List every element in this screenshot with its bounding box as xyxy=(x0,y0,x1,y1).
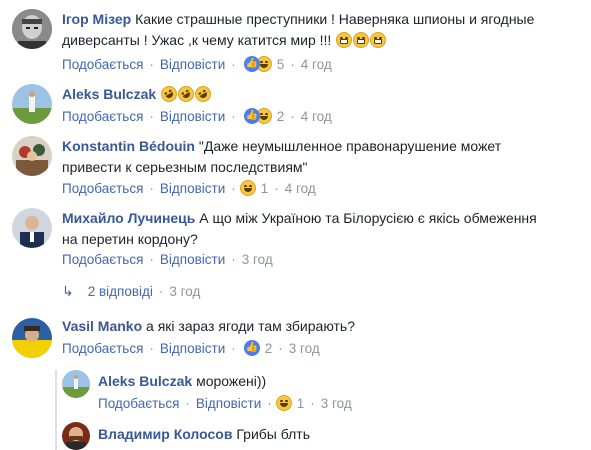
reply-button[interactable]: Відповісти xyxy=(160,109,225,124)
reply-text: морожені)) xyxy=(196,373,267,389)
timestamp[interactable]: 4 год xyxy=(301,109,332,124)
rofl-emoji-icon xyxy=(192,83,214,105)
reaction-count: 5 xyxy=(276,56,285,72)
like-button[interactable]: Подобається xyxy=(62,109,143,124)
reply-author[interactable]: Aleks Bulczak xyxy=(98,373,192,389)
reactions[interactable]: 1 xyxy=(239,180,269,196)
laugh-emoji-icon xyxy=(239,180,256,196)
grimace-emoji-icon xyxy=(370,32,387,48)
timestamp[interactable]: 3 год xyxy=(242,252,273,267)
timestamp[interactable]: 4 год xyxy=(301,57,332,72)
avatar[interactable] xyxy=(62,370,90,398)
reply-button[interactable]: Відповісти xyxy=(160,341,225,356)
like-button[interactable]: Подобається xyxy=(98,396,179,411)
reactions[interactable]: 👍 2 xyxy=(243,340,273,356)
avatar[interactable] xyxy=(62,422,90,450)
timestamp[interactable]: 3 год xyxy=(289,341,320,356)
reaction-count: 2 xyxy=(264,340,273,356)
avatar[interactable] xyxy=(12,318,52,358)
comment-text: привести к серьезным последствиям" xyxy=(62,159,308,175)
like-button[interactable]: Подобається xyxy=(62,341,143,356)
replies-count[interactable]: 2 відповіді xyxy=(88,284,153,299)
comment-author[interactable]: Aleks Bulczak xyxy=(62,86,156,102)
grimace-emoji-icon xyxy=(336,32,353,48)
timestamp[interactable]: 3 год xyxy=(321,396,352,411)
comment-text: А що між Україною та Білорусією є якісь … xyxy=(199,210,537,226)
comment-text: "Даже неумышленное правонарушение может xyxy=(198,138,502,154)
reply-thread-line xyxy=(55,370,57,450)
comment-text: Какие страшные преступники ! Наверняка ш… xyxy=(135,11,535,27)
comment-author[interactable]: Михайло Лучинець xyxy=(62,210,195,226)
avatar[interactable] xyxy=(12,9,52,49)
reply-button[interactable]: Відповісти xyxy=(160,181,225,196)
reactions[interactable]: 👍 2 xyxy=(243,108,285,124)
avatar[interactable] xyxy=(12,208,52,248)
timestamp[interactable]: 4 год xyxy=(285,181,316,196)
thumbs-up-icon: 👍 xyxy=(243,56,260,72)
comment-author[interactable]: Ігор Мізер xyxy=(62,11,131,27)
reaction-count: 1 xyxy=(260,180,269,196)
comment-author[interactable]: Konstantin Bédouin xyxy=(62,138,195,154)
view-replies-link[interactable]: ↳ 2 відповіді · 3 год xyxy=(62,283,200,300)
comment-text: а які зараз ягоди там збирають? xyxy=(146,318,356,334)
reply-button[interactable]: Відповісти xyxy=(196,396,261,411)
timestamp[interactable]: 3 год xyxy=(169,284,200,299)
reply-arrow-icon: ↳ xyxy=(62,283,74,299)
thumbs-up-icon: 👍 xyxy=(243,108,260,124)
avatar[interactable] xyxy=(12,136,52,176)
thumbs-up-icon: 👍 xyxy=(243,340,260,356)
reactions[interactable]: 1 xyxy=(275,395,305,411)
reply-button[interactable]: Відповісти xyxy=(160,57,225,72)
like-button[interactable]: Подобається xyxy=(62,252,143,267)
comment-text: на перетин кордону? xyxy=(62,231,198,247)
comment-author[interactable]: Vasil Manko xyxy=(62,318,142,334)
comment-text: диверсанты ! Ужас ,к чему катится мир !!… xyxy=(62,32,336,48)
reaction-count: 2 xyxy=(276,108,285,124)
reply-button[interactable]: Відповісти xyxy=(160,252,225,267)
like-button[interactable]: Подобається xyxy=(62,181,143,196)
reply-text: Грибы блть xyxy=(236,426,310,442)
avatar[interactable] xyxy=(12,84,52,124)
grimace-emoji-icon xyxy=(353,32,370,48)
reactions[interactable]: 👍 5 xyxy=(243,56,285,72)
reaction-count: 1 xyxy=(296,395,305,411)
like-button[interactable]: Подобається xyxy=(62,57,143,72)
reply-author[interactable]: Владимир Колосов xyxy=(98,426,232,442)
laugh-emoji-icon xyxy=(275,395,292,411)
